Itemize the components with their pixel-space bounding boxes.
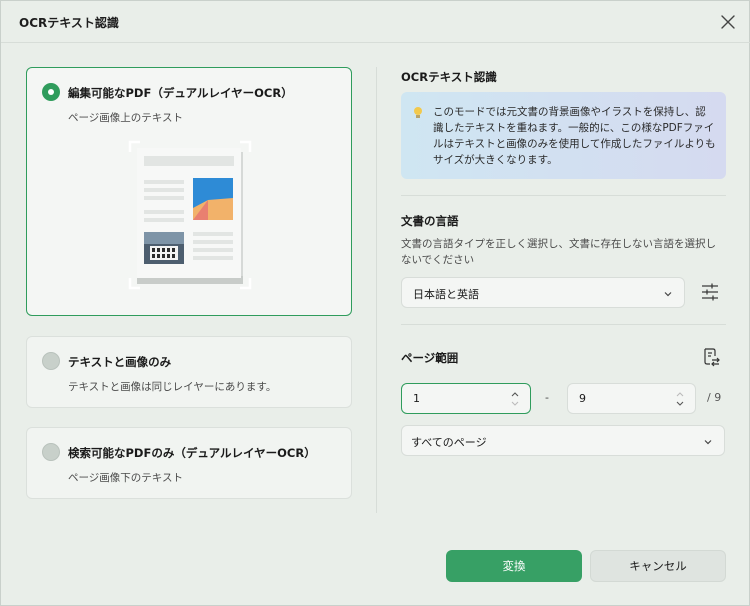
page-preset-value: すべてのページ [411,436,487,449]
option-desc: ページ画像上のテキスト [68,112,183,124]
stepper-arrows-icon[interactable] [510,389,520,409]
page-to-value: 9 [579,392,586,405]
option-text-and-images[interactable]: テキストと画像のみ テキストと画像は同じレイヤーにあります。 [26,336,352,408]
radio-searchable-pdf[interactable] [42,443,60,461]
page-range-heading: ページ範囲 [401,351,459,365]
page-from-input[interactable]: 1 [401,383,531,414]
page-total: / 9 [707,391,722,404]
close-button[interactable] [717,11,739,33]
language-desc: 文書の言語タイプを正しく選択し、文書に存在しない言語を選択しないでください [401,238,716,266]
language-settings-button[interactable] [700,282,720,302]
panel-divider [376,67,377,513]
sliders-icon [702,283,718,301]
language-select[interactable]: 日本語と英語 [401,277,685,308]
dialog-title: OCRテキスト認識 [19,16,119,30]
language-select-value: 日本語と英語 [413,288,479,301]
ocr-dialog: OCRテキスト認識 編集可能なPDF（デュアルレイヤーOCR） ページ画像上のテ… [0,0,750,606]
option-desc: テキストと画像は同じレイヤーにあります。 [68,381,277,393]
ocr-heading: OCRテキスト認識 [401,70,497,84]
page-preset-select[interactable]: すべてのページ [401,425,725,456]
page-to-input[interactable]: 9 [567,383,696,414]
page-from-value: 1 [413,392,420,405]
option-title: 検索可能なPDFのみ（デュアルレイヤーOCR） [68,446,316,460]
option-desc: ページ画像下のテキスト [68,472,183,484]
option-title: 編集可能なPDF（デュアルレイヤーOCR） [68,86,293,100]
close-icon [721,15,735,29]
page-range-extra-button[interactable] [701,347,721,367]
language-heading: 文書の言語 [401,214,459,228]
info-text: このモードでは元文書の背景画像やイラストを保持し、認識したテキストを重ねます。一… [433,106,716,166]
radio-text-and-images[interactable] [42,352,60,370]
document-swap-icon [704,348,720,367]
title-bar: OCRテキスト認識 [1,1,750,43]
radio-editable-pdf[interactable] [42,83,60,101]
chevron-down-icon [664,292,672,297]
info-box: このモードでは元文書の背景画像やイラストを保持し、認識したテキストを重ねます。一… [401,92,726,179]
document-preview-illustration [128,140,252,290]
chevron-down-icon [704,440,712,445]
option-searchable-pdf[interactable]: 検索可能なPDFのみ（デュアルレイヤーOCR） ページ画像下のテキスト [26,427,352,499]
option-title: テキストと画像のみ [68,355,172,369]
range-dash: - [545,391,549,404]
option-editable-pdf[interactable]: 編集可能なPDF（デュアルレイヤーOCR） ページ画像上のテキスト [26,67,352,316]
divider [401,324,726,325]
stepper-arrows-icon[interactable] [675,389,685,409]
cancel-button[interactable]: キャンセル [590,550,726,582]
convert-button[interactable]: 変換 [446,550,582,582]
lightbulb-icon [414,107,422,118]
divider [401,195,726,196]
